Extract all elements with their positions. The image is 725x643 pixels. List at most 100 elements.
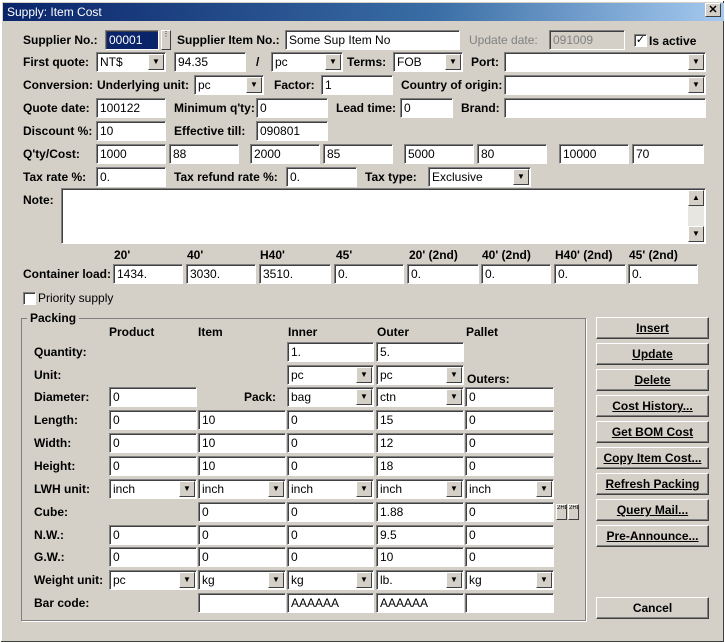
item-weight-unit-select[interactable]: kg ▼ [198,570,286,590]
inner-unit-select[interactable]: pc ▼ [287,365,374,385]
cost-break-2-input[interactable]: 85 [323,144,393,164]
item-cube-input[interactable]: 0 [198,502,286,522]
cost-break-4-input[interactable]: 70 [632,144,704,164]
terms-select[interactable]: FOB ▼ [393,52,463,72]
outer-nw-input[interactable]: 9.5 [376,525,464,545]
country-of-origin-select[interactable]: ▼ [504,75,706,95]
inner-bar-code-input[interactable]: AAAAAA [287,593,374,613]
product-weight-unit-select[interactable]: pc ▼ [109,570,197,590]
supplier-no-spin[interactable]: ⋮ [161,30,171,50]
note-scrollbar[interactable]: ▲ ▼ [688,190,704,242]
item-nw-input[interactable]: 0 [198,525,286,545]
item-bar-code-input[interactable] [198,593,286,613]
scroll-down-icon[interactable]: ▼ [688,226,704,242]
pallet-width-input[interactable]: 0 [465,433,554,453]
port-select[interactable]: ▼ [504,52,706,72]
outer-unit-select[interactable]: pc ▼ [376,365,464,385]
cube-calc-icon-1[interactable]: 2HD [556,504,567,520]
inner-height-input[interactable]: 0 [287,456,374,476]
get-bom-cost-button[interactable]: Get BOM Cost [596,421,709,443]
inner-pack-select[interactable]: bag ▼ [287,387,374,407]
inner-quantity-input[interactable]: 1. [287,342,374,362]
query-mail-button[interactable]: Query Mail... [596,499,709,521]
pallet-lwh-unit-select[interactable]: inch ▼ [465,479,554,499]
container-load-20-2nd-input[interactable]: 0. [407,264,479,284]
inner-gw-input[interactable]: 0 [287,547,374,567]
refresh-packing-button[interactable]: Refresh Packing [596,473,709,495]
supplier-no-input[interactable]: 00001 [105,30,159,50]
container-load-40-2nd-input[interactable]: 0. [481,264,551,284]
product-height-input[interactable]: 0 [109,456,197,476]
product-diameter-input[interactable]: 0 [109,387,197,407]
product-gw-input[interactable]: 0 [109,547,197,567]
outer-bar-code-input[interactable]: AAAAAA [376,593,464,613]
inner-length-input[interactable]: 0 [287,410,374,430]
supplier-item-no-input[interactable]: Some Sup Item No [285,30,460,50]
quote-unit-select[interactable]: pc ▼ [271,52,343,72]
outer-weight-unit-select[interactable]: lb. ▼ [376,570,464,590]
cancel-button[interactable]: Cancel [596,597,709,619]
product-length-input[interactable]: 0 [109,410,197,430]
item-height-input[interactable]: 10 [198,456,286,476]
pallet-length-input[interactable]: 0 [465,410,554,430]
currency-select[interactable]: NT$ ▼ [96,52,166,72]
minimum-qty-input[interactable]: 0 [256,98,328,118]
qty-break-4-input[interactable]: 10000 [559,144,629,164]
tax-refund-rate-input[interactable]: 0. [286,167,357,187]
product-lwh-unit-select[interactable]: inch ▼ [109,479,197,499]
pallet-cube-input[interactable]: 0 [465,502,554,522]
pallet-height-input[interactable]: 0 [465,456,554,476]
inner-cube-input[interactable]: 0 [287,502,374,522]
close-icon[interactable]: ✕ [705,3,721,17]
lead-time-input[interactable]: 0 [400,98,453,118]
quote-date-input[interactable]: 100122 [96,98,166,118]
pallet-outers-input[interactable]: 0 [465,387,554,407]
tax-rate-input[interactable]: 0. [96,167,166,187]
delete-button[interactable]: Delete [596,369,709,391]
outer-cube-input[interactable]: 1.88 [376,502,464,522]
inner-weight-unit-select[interactable]: kg ▼ [287,570,374,590]
pallet-gw-input[interactable]: 0 [465,547,554,567]
container-load-45-2nd-input[interactable]: 0. [628,264,698,284]
outer-height-input[interactable]: 18 [376,456,464,476]
discount-input[interactable]: 10 [96,121,166,141]
pallet-nw-input[interactable]: 0 [465,525,554,545]
outer-gw-input[interactable]: 10 [376,547,464,567]
container-load-40-input[interactable]: 3030. [186,264,256,284]
copy-item-cost-button[interactable]: Copy Item Cost... [596,447,709,469]
qty-break-2-input[interactable]: 2000 [250,144,320,164]
item-width-input[interactable]: 10 [198,433,286,453]
priority-supply-checkbox[interactable] [23,292,36,305]
container-load-h40-2nd-input[interactable]: 0. [554,264,626,284]
product-nw-input[interactable]: 0 [109,525,197,545]
inner-nw-input[interactable]: 0 [287,525,374,545]
outer-pack-select[interactable]: ctn ▼ [376,387,464,407]
container-load-45-input[interactable]: 0. [334,264,404,284]
is-active-checkbox[interactable]: ✓ [634,34,647,47]
brand-input[interactable] [504,98,706,118]
outer-width-input[interactable]: 12 [376,433,464,453]
pallet-bar-code-input[interactable] [465,593,554,613]
tax-type-select[interactable]: Exclusive ▼ [428,167,531,187]
scroll-up-icon[interactable]: ▲ [688,190,704,206]
factor-input[interactable]: 1 [321,75,393,95]
item-lwh-unit-select[interactable]: inch ▼ [198,479,286,499]
note-textarea[interactable]: ▲ ▼ [61,188,706,244]
cost-break-3-input[interactable]: 80 [477,144,547,164]
container-load-20-input[interactable]: 1434. [113,264,183,284]
qty-break-3-input[interactable]: 5000 [404,144,474,164]
outer-lwh-unit-select[interactable]: inch ▼ [376,479,464,499]
outer-length-input[interactable]: 15 [376,410,464,430]
update-button[interactable]: Update [596,343,709,365]
first-quote-input[interactable]: 94.35 [174,52,246,72]
pallet-weight-unit-select[interactable]: kg ▼ [465,570,554,590]
effective-till-input[interactable]: 090801 [256,121,328,141]
cost-history-button[interactable]: Cost History... [596,395,709,417]
qty-break-1-input[interactable]: 1000 [96,144,166,164]
product-width-input[interactable]: 0 [109,433,197,453]
cube-calc-icon-2[interactable]: 2HD [568,504,579,520]
pre-announce-button[interactable]: Pre-Announce... [596,525,709,547]
item-length-input[interactable]: 10 [198,410,286,430]
underlying-unit-select[interactable]: pc ▼ [194,75,264,95]
cost-break-1-input[interactable]: 88 [169,144,239,164]
